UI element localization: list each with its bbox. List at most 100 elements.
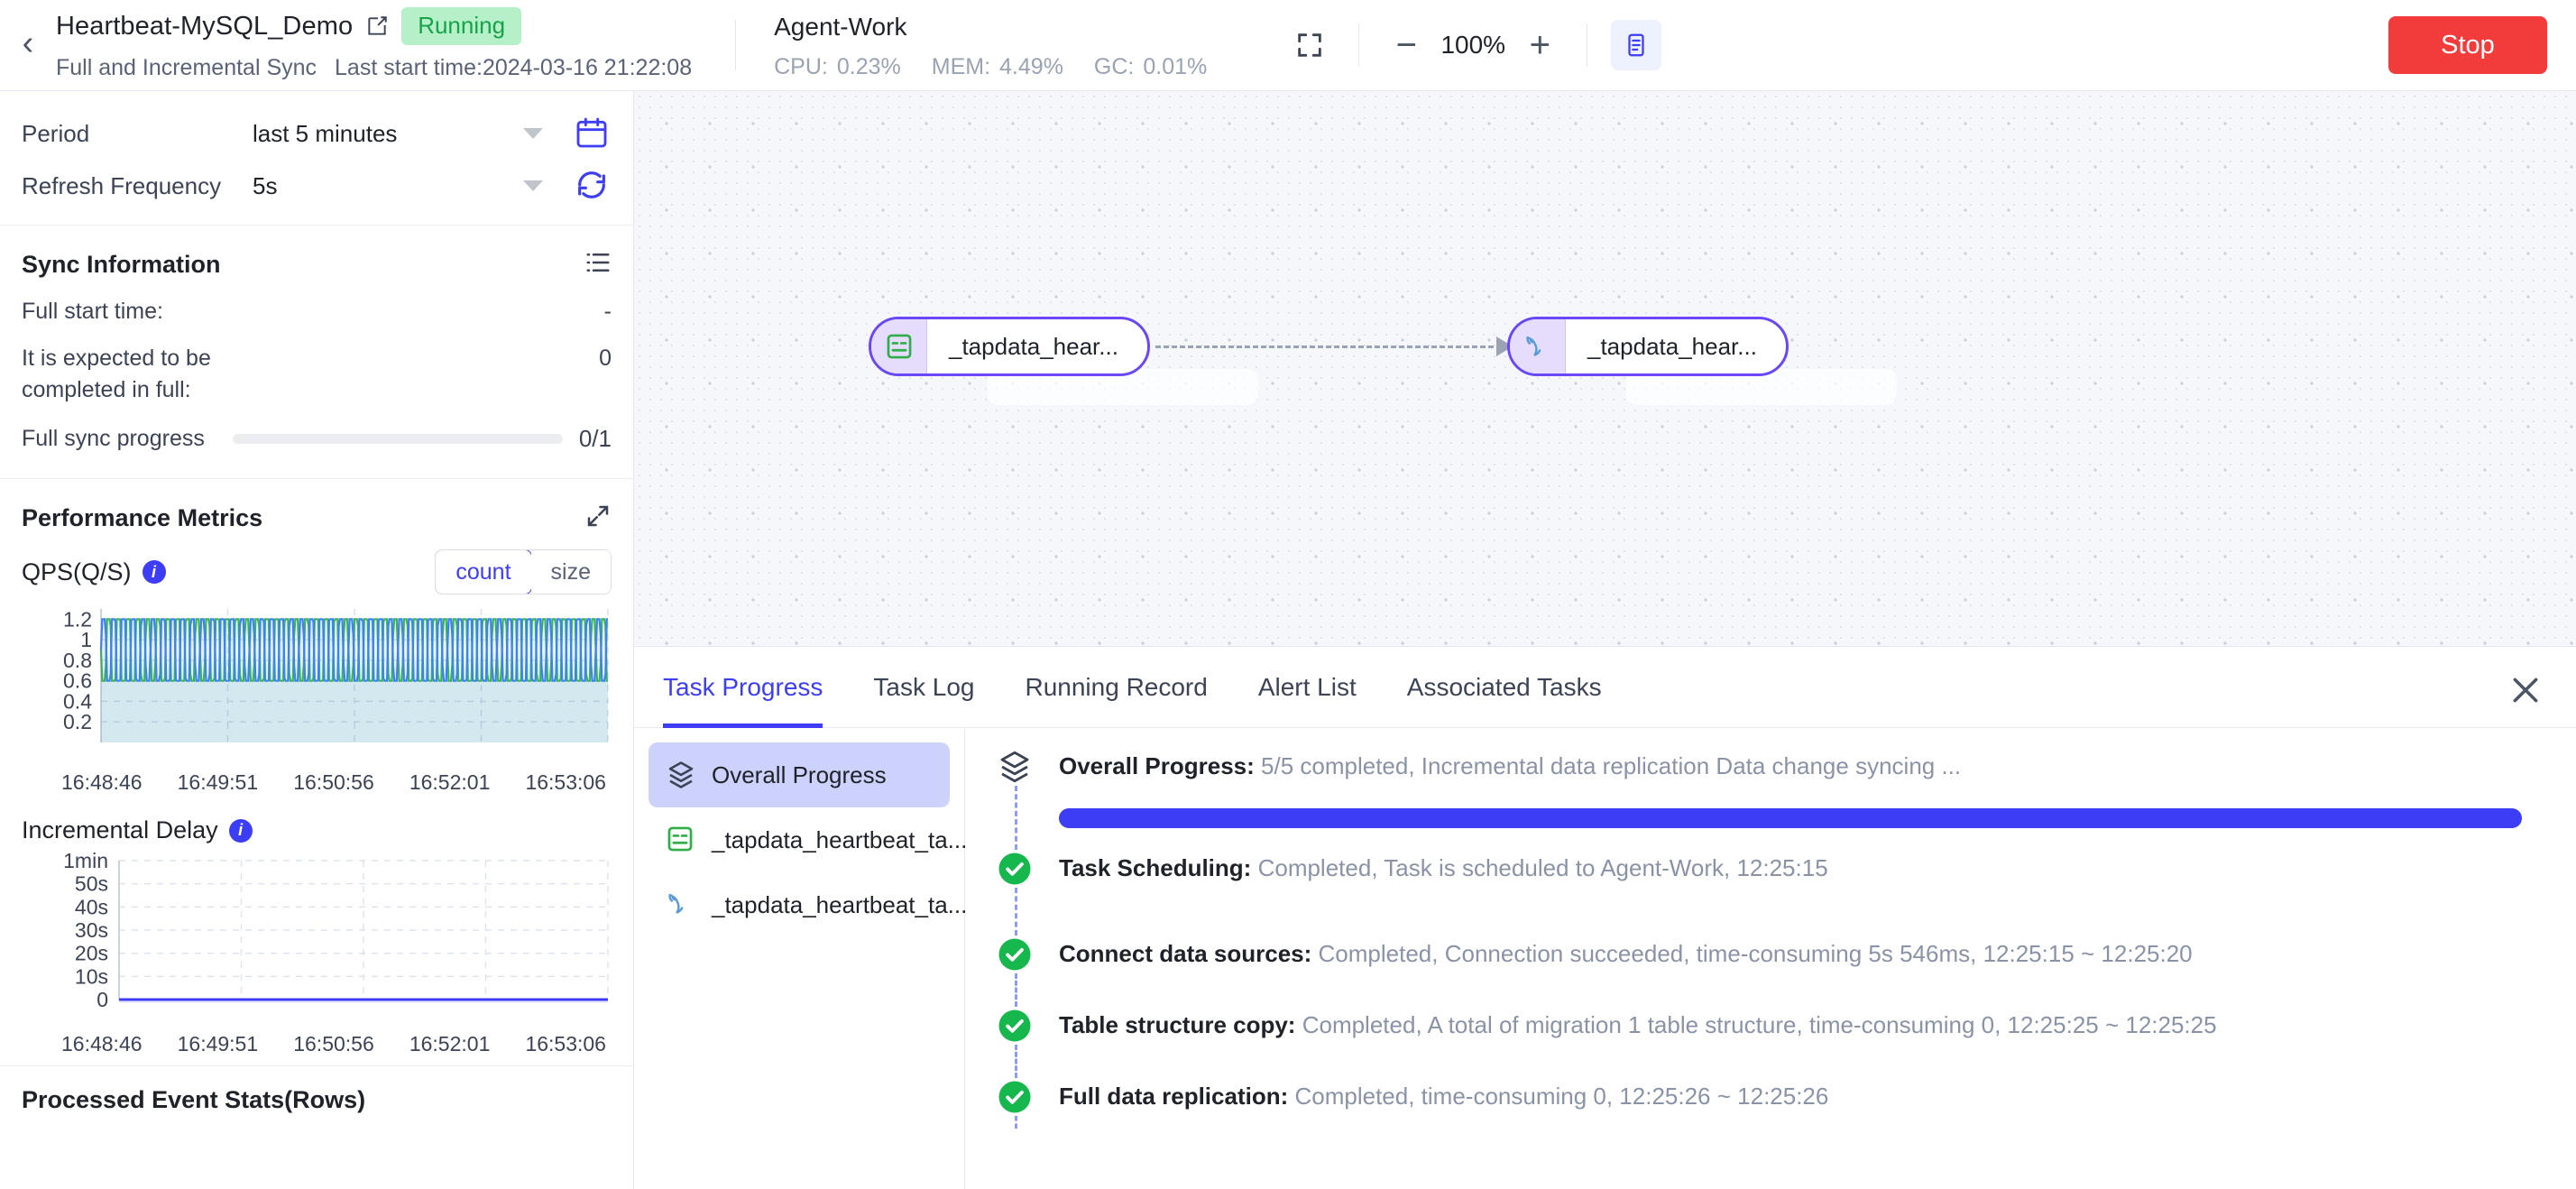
filters-section: Period last 5 minutes Refresh Frequency …	[0, 91, 633, 226]
step-title: Connect data sources:	[1059, 940, 1311, 967]
step-detail: 5/5 completed, Incremental data replicat…	[1261, 752, 1961, 779]
gc-label: GC:	[1094, 54, 1134, 80]
svg-text:0.2: 0.2	[63, 710, 92, 733]
node-item-target-table[interactable]: _tapdata_heartbeat_ta...	[649, 872, 950, 937]
step-title: Table structure copy:	[1059, 1011, 1295, 1038]
subtitle-row: Full and Incremental Sync Last start tim…	[56, 48, 692, 88]
tab-task-log[interactable]: Task Log	[873, 647, 974, 728]
tab-alert-list[interactable]: Alert List	[1258, 647, 1357, 728]
incremental-delay-chart: 010s20s30s40s50s1min 16:48:46 16:49:51 1…	[22, 848, 612, 1065]
processed-event-stats-section: Processed Event Stats(Rows)	[0, 1066, 633, 1134]
toggle-count[interactable]: count	[435, 549, 531, 594]
svg-text:40s: 40s	[75, 895, 108, 918]
step-spacer	[1059, 885, 2522, 923]
flow-node-source[interactable]: _tapdata_hear...	[869, 317, 1150, 376]
info-icon[interactable]: i	[143, 560, 166, 584]
progress-step-table-structure: Table structure copy: Completed, A total…	[996, 1007, 2522, 1078]
full-sync-progress-label: Full sync progress	[22, 423, 216, 456]
full-start-time-row: Full start time: -	[22, 289, 612, 336]
mem-value: 4.49%	[999, 54, 1063, 80]
incremental-delay-title-text: Incremental Delay	[22, 816, 218, 844]
layers-icon	[665, 759, 697, 791]
left-sidebar: Period last 5 minutes Refresh Frequency …	[0, 91, 634, 1189]
full-start-time-value: -	[593, 296, 612, 328]
mysql-dolphin-icon	[665, 889, 697, 921]
sync-info-header: Sync Information	[22, 240, 612, 289]
cpu-value: 0.23%	[837, 54, 901, 80]
svg-text:10s: 10s	[75, 964, 108, 988]
step-line: Connect data sources: Completed, Connect…	[1059, 937, 2522, 971]
check-circle-icon	[996, 1007, 1034, 1045]
svg-text:1min: 1min	[63, 849, 108, 872]
check-circle-icon	[996, 850, 1034, 888]
step-connector	[1015, 1116, 1017, 1129]
progress-step-full-replication: Full data replication: Completed, time-c…	[996, 1078, 2522, 1129]
performance-header: Performance Metrics	[22, 493, 612, 542]
step-content: Full data replication: Completed, time-c…	[1059, 1078, 2522, 1116]
node-item-overall-progress[interactable]: Overall Progress	[649, 742, 950, 807]
document-list-icon[interactable]	[1611, 20, 1661, 70]
flow-canvas[interactable]: _tapdata_hear... _tapdata_hear...	[634, 91, 2576, 646]
tab-running-record[interactable]: Running Record	[1025, 647, 1207, 728]
tab-associated-tasks[interactable]: Associated Tasks	[1407, 647, 1602, 728]
app-header: ‹ Heartbeat-MySQL_Demo Running Full and …	[0, 0, 2576, 91]
node-item-source-table[interactable]: _tapdata_heartbeat_ta...	[649, 807, 950, 872]
qps-chart-svg: 0.20.40.60.811.2	[22, 600, 612, 762]
delay-xtick-0: 16:48:46	[61, 1032, 143, 1056]
refresh-frequency-value[interactable]: 5s	[253, 172, 523, 200]
step-connector	[1015, 786, 1017, 850]
period-label: Period	[22, 120, 253, 148]
refresh-chevron-down-icon[interactable]	[523, 180, 543, 191]
delay-chart-svg: 010s20s30s40s50s1min	[22, 848, 612, 1024]
period-chevron-down-icon[interactable]	[523, 128, 543, 139]
period-value[interactable]: last 5 minutes	[253, 120, 523, 148]
cpu-metric: CPU: 0.23%	[774, 54, 901, 80]
flow-node-target-label: _tapdata_hear...	[1566, 333, 1779, 361]
step-title: Full data replication:	[1059, 1083, 1288, 1110]
zoom-out-icon[interactable]: −	[1383, 22, 1430, 69]
refresh-icon[interactable]	[574, 167, 612, 205]
toggle-size[interactable]: size	[531, 550, 611, 594]
step-rail	[996, 1078, 1034, 1116]
calendar-icon[interactable]	[574, 115, 612, 152]
fit-screen-icon[interactable]	[1284, 20, 1335, 70]
step-connector	[1015, 973, 1017, 1007]
stop-button[interactable]: Stop	[2388, 16, 2547, 74]
back-chevron-icon[interactable]: ‹	[0, 0, 56, 90]
sync-information-title: Sync Information	[22, 251, 221, 279]
agent-metrics: CPU: 0.23% MEM: 4.49% GC: 0.01%	[774, 48, 1207, 86]
qps-title: QPS(Q/S) i	[22, 558, 166, 586]
refresh-frequency-label: Refresh Frequency	[22, 172, 253, 200]
delay-xtick-4: 16:53:06	[525, 1032, 606, 1056]
edit-pencil-icon[interactable]	[365, 14, 389, 38]
qps-xtick-2: 16:50:56	[293, 770, 374, 795]
step-title: Task Scheduling:	[1059, 854, 1251, 881]
title-row: Heartbeat-MySQL_Demo Running	[56, 5, 692, 48]
overall-progress-bar	[1059, 808, 2522, 828]
step-rail	[996, 936, 1034, 994]
close-icon[interactable]	[2507, 672, 2544, 708]
expand-icon[interactable]	[584, 502, 612, 534]
bottom-panel: Task Progress Task Log Running Record Al…	[634, 646, 2576, 1189]
info-icon[interactable]: i	[229, 819, 253, 843]
qps-xtick-4: 16:53:06	[525, 770, 606, 795]
svg-text:30s: 30s	[75, 918, 108, 942]
svg-text:0: 0	[97, 988, 108, 1011]
performance-metrics-title: Performance Metrics	[22, 504, 262, 532]
layers-icon	[996, 748, 1034, 786]
node-item-label: _tapdata_heartbeat_ta...	[712, 891, 967, 919]
status-badge: Running	[401, 7, 521, 46]
step-detail: Completed, time-consuming 0, 12:25:26 ~ …	[1294, 1083, 1828, 1110]
zoom-in-icon[interactable]: +	[1516, 22, 1563, 69]
progress-node-list: Overall Progress _tapdata_heartbeat_ta..…	[634, 728, 965, 1189]
svg-text:50s: 50s	[75, 872, 108, 896]
step-detail: Completed, Connection succeeded, time-co…	[1319, 940, 2193, 967]
zoom-level: 100%	[1430, 31, 1516, 60]
node-item-label: Overall Progress	[712, 761, 887, 789]
agent-name: Agent-Work	[774, 6, 1207, 48]
step-content: Connect data sources: Completed, Connect…	[1059, 936, 2522, 994]
tab-task-progress[interactable]: Task Progress	[663, 647, 823, 728]
list-icon[interactable]	[584, 251, 612, 279]
check-circle-icon	[996, 936, 1034, 973]
flow-node-target[interactable]: _tapdata_hear...	[1507, 317, 1789, 376]
